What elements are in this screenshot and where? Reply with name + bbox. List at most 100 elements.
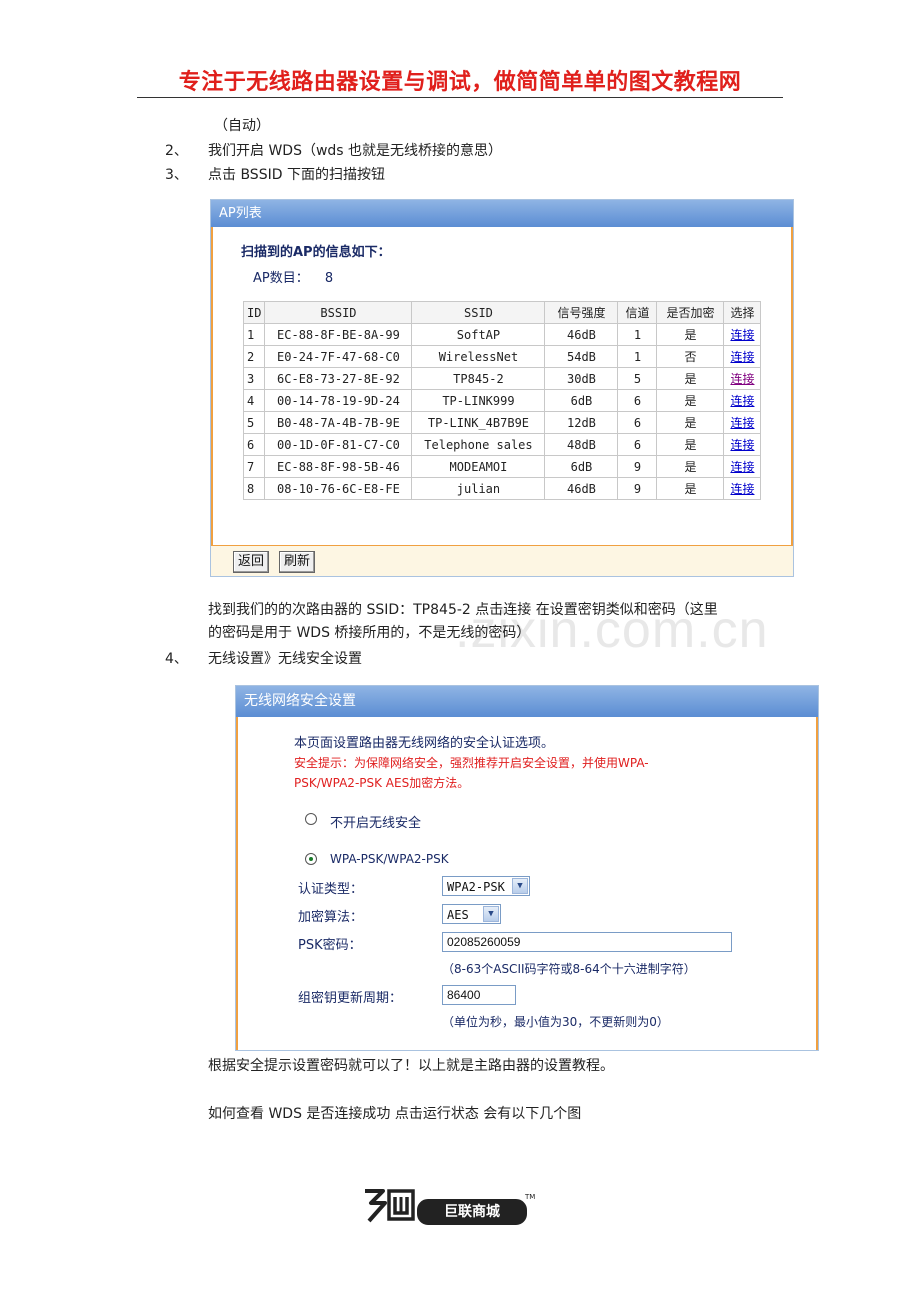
cell-ssid: SoftAP	[411, 323, 546, 346]
cell-channel: 1	[617, 345, 658, 368]
ap-table: ID BSSID SSID 信号强度 信道 是否加密 选择 1 EC-88-8F…	[242, 301, 762, 500]
cell-bssid: EC-88-8F-98-5B-46	[264, 455, 413, 478]
security-tip-line-2: PSK/WPA2-PSK AES加密方法。	[294, 776, 470, 790]
security-title: 无线网络安全设置	[236, 686, 818, 717]
ap-count-value: 8	[324, 271, 334, 286]
after-ap-line-2: 的密码是用于 WDS 桥接所用的，不是无线的密码）	[208, 625, 531, 641]
cell-id: 4	[242, 389, 266, 412]
cell-channel: 1	[617, 323, 658, 346]
cell-ssid: TP-LINK999	[411, 389, 546, 412]
psk-password-label: PSK密码：	[298, 938, 362, 953]
cell-id: 8	[242, 477, 266, 500]
ap-count-label: AP数目：	[253, 271, 309, 286]
cell-signal: 30dB	[544, 367, 619, 390]
ap-list-body: 扫描到的AP的信息如下： AP数目： 8 ID BSSID SSID 信号强度 …	[211, 227, 793, 546]
col-id: ID	[242, 301, 266, 324]
footer-line-2: 如何查看 WDS 是否连接成功 点击运行状态 会有以下几个图	[208, 1106, 582, 1122]
table-row: 5 B0-48-7A-4B-7B-9E TP-LINK_4B7B9E 12dB …	[242, 411, 762, 434]
cell-encrypted: 是	[656, 455, 725, 478]
cell-channel: 6	[617, 433, 658, 456]
cell-signal: 54dB	[544, 345, 619, 368]
cell-encrypted: 是	[656, 433, 725, 456]
radio-wpa-psk[interactable]	[305, 853, 317, 865]
connect-link[interactable]: 连接	[730, 394, 754, 408]
cell-bssid: 6C-E8-73-27-8E-92	[264, 367, 413, 390]
cell-signal: 48dB	[544, 433, 619, 456]
chevron-down-icon: ▼	[512, 878, 528, 894]
table-row: 7 EC-88-8F-98-5B-46 MODEAMOI 6dB 9 是 连接	[242, 455, 762, 478]
cell-bssid: 08-10-76-6C-E8-FE	[264, 477, 413, 500]
col-encrypted: 是否加密	[656, 301, 725, 324]
step-3-number: 3、	[165, 167, 188, 183]
connect-link[interactable]: 连接	[730, 328, 754, 342]
table-row: 6 00-1D-0F-81-C7-C0 Telephone sales 48dB…	[242, 433, 762, 456]
logo-brand-text: 巨联商城	[417, 1199, 527, 1225]
radio-security-off[interactable]	[305, 813, 317, 825]
back-button[interactable]: 返回	[233, 551, 270, 573]
col-ssid: SSID	[411, 301, 546, 324]
key-update-period-input[interactable]: 86400	[442, 985, 516, 1005]
cell-signal: 6dB	[544, 389, 619, 412]
cell-id: 6	[242, 433, 266, 456]
trademark-mark: TM	[525, 1193, 536, 1201]
step-4-text: 无线设置》无线安全设置	[208, 651, 362, 667]
col-bssid: BSSID	[264, 301, 413, 324]
encryption-select[interactable]: AES ▼	[442, 904, 501, 924]
cell-id: 5	[242, 411, 266, 434]
security-description: 本页面设置路由器无线网络的安全认证选项。	[294, 736, 555, 751]
cell-encrypted: 是	[656, 411, 725, 434]
cell-signal: 46dB	[544, 477, 619, 500]
cell-signal: 12dB	[544, 411, 619, 434]
auto-label: （自动）	[214, 118, 270, 134]
step-2-text: 我们开启 WDS（wds 也就是无线桥接的意思）	[208, 143, 503, 159]
connect-link[interactable]: 连接	[730, 460, 754, 474]
auth-type-select[interactable]: WPA2-PSK ▼	[442, 876, 530, 896]
table-row: 3 6C-E8-73-27-8E-92 TP845-2 30dB 5 是 连接	[242, 367, 762, 390]
cell-signal: 46dB	[544, 323, 619, 346]
cell-id: 3	[242, 367, 266, 390]
cell-encrypted: 是	[656, 477, 725, 500]
cell-bssid: 00-14-78-19-9D-24	[264, 389, 413, 412]
connect-link[interactable]: 连接	[730, 350, 754, 364]
cell-ssid: TP845-2	[411, 367, 546, 390]
connect-link[interactable]: 连接	[730, 482, 754, 496]
step-4-number: 4、	[165, 651, 188, 667]
table-row: 4 00-14-78-19-9D-24 TP-LINK999 6dB 6 是 连…	[242, 389, 762, 412]
cell-bssid: EC-88-8F-BE-8A-99	[264, 323, 413, 346]
cell-channel: 6	[617, 411, 658, 434]
psk-password-input[interactable]: 02085260059	[442, 932, 732, 952]
connect-link[interactable]: 连接	[730, 372, 754, 386]
table-row: 8 08-10-76-6C-E8-FE julian 46dB 9 是 连接	[242, 477, 762, 500]
after-ap-line-1: 找到我们的的次路由器的 SSID：TP845-2 点击连接 在设置密钥类似和密码…	[208, 602, 718, 618]
cell-signal: 6dB	[544, 455, 619, 478]
cell-encrypted: 是	[656, 389, 725, 412]
option-security-off-label: 不开启无线安全	[330, 816, 422, 831]
cell-ssid: Telephone sales	[411, 433, 546, 456]
cell-channel: 5	[617, 367, 658, 390]
footer-line-1: 根据安全提示设置密码就可以了！以上就是主路由器的设置教程。	[208, 1058, 614, 1074]
ap-list-title: AP列表	[211, 200, 793, 227]
connect-link[interactable]: 连接	[730, 438, 754, 452]
logo: 巨联商城 TM	[361, 1185, 541, 1225]
refresh-button[interactable]: 刷新	[279, 551, 316, 573]
auth-type-value: WPA2-PSK	[447, 880, 505, 894]
cell-ssid: WirelessNet	[411, 345, 546, 368]
cell-bssid: B0-48-7A-4B-7B-9E	[264, 411, 413, 434]
col-signal: 信号强度	[544, 301, 619, 324]
table-row: 2 E0-24-7F-47-68-C0 WirelessNet 54dB 1 否…	[242, 345, 762, 368]
cell-id: 1	[242, 323, 266, 346]
cell-id: 2	[242, 345, 266, 368]
chevron-down-icon: ▼	[483, 906, 499, 922]
connect-link[interactable]: 连接	[730, 416, 754, 430]
cell-channel: 9	[617, 455, 658, 478]
cell-ssid: julian	[411, 477, 546, 500]
auth-type-label: 认证类型：	[298, 882, 364, 897]
key-update-period-label: 组密钥更新周期：	[298, 991, 403, 1006]
cell-encrypted: 是	[656, 367, 725, 390]
ap-count: AP数目： 8	[253, 267, 333, 286]
cell-bssid: E0-24-7F-47-68-C0	[264, 345, 413, 368]
cell-encrypted: 是	[656, 323, 725, 346]
ap-list-panel: AP列表 扫描到的AP的信息如下： AP数目： 8 ID BSSID SSID …	[210, 199, 794, 577]
step-3-text: 点击 BSSID 下面的扫描按钮	[208, 167, 385, 183]
cell-channel: 9	[617, 477, 658, 500]
